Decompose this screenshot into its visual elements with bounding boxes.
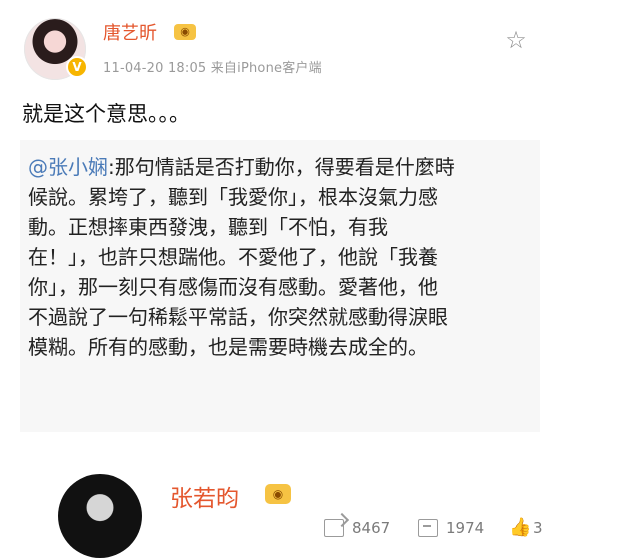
next-author-name[interactable]: 张若昀 [170,479,239,513]
member-badge-icon: ◉ [265,484,291,504]
post-divider [0,440,636,454]
like-button[interactable]: 👍 3 [509,516,543,540]
repost-icon [324,519,344,537]
quoted-post-text: @张小娴:那句情話是否打動你，得要看是什麼時 候說。累垮了，聽到「我愛你」，根本… [28,152,528,362]
repost-count: 8467 [352,519,391,537]
weibo-post-card: V 唐艺昕 ◉ 11-04-20 18:05 来自iPhone客户端 ☆ 就是这… [0,0,636,537]
like-count: 3 [533,519,543,537]
author-name[interactable]: 唐艺昕 [103,19,157,45]
post-text: 就是这个意思。。。 [22,102,190,126]
thumbs-up-icon: 👍 [509,517,532,538]
comment-icon [418,519,438,537]
author-avatar[interactable]: V [24,18,88,80]
mention-link[interactable]: @张小娴 [28,155,108,179]
post-meta: 11-04-20 18:05 来自iPhone客户端 [103,61,322,76]
repost-button[interactable]: 8467 [324,516,390,540]
star-icon[interactable]: ☆ [502,26,530,54]
quoted-body: :那句情話是否打動你，得要看是什麼時 候說。累垮了，聽到「我愛你」，根本沒氣力感… [28,155,455,359]
quoted-post[interactable]: @张小娴:那句情話是否打動你，得要看是什麼時 候說。累垮了，聽到「我愛你」，根本… [20,140,543,537]
member-badge-icon: ◉ [174,24,196,40]
comment-count: 1974 [446,519,485,537]
verified-badge-icon: V [66,56,88,78]
next-author-avatar[interactable] [58,474,142,558]
comment-button[interactable]: 1974 [418,516,484,540]
